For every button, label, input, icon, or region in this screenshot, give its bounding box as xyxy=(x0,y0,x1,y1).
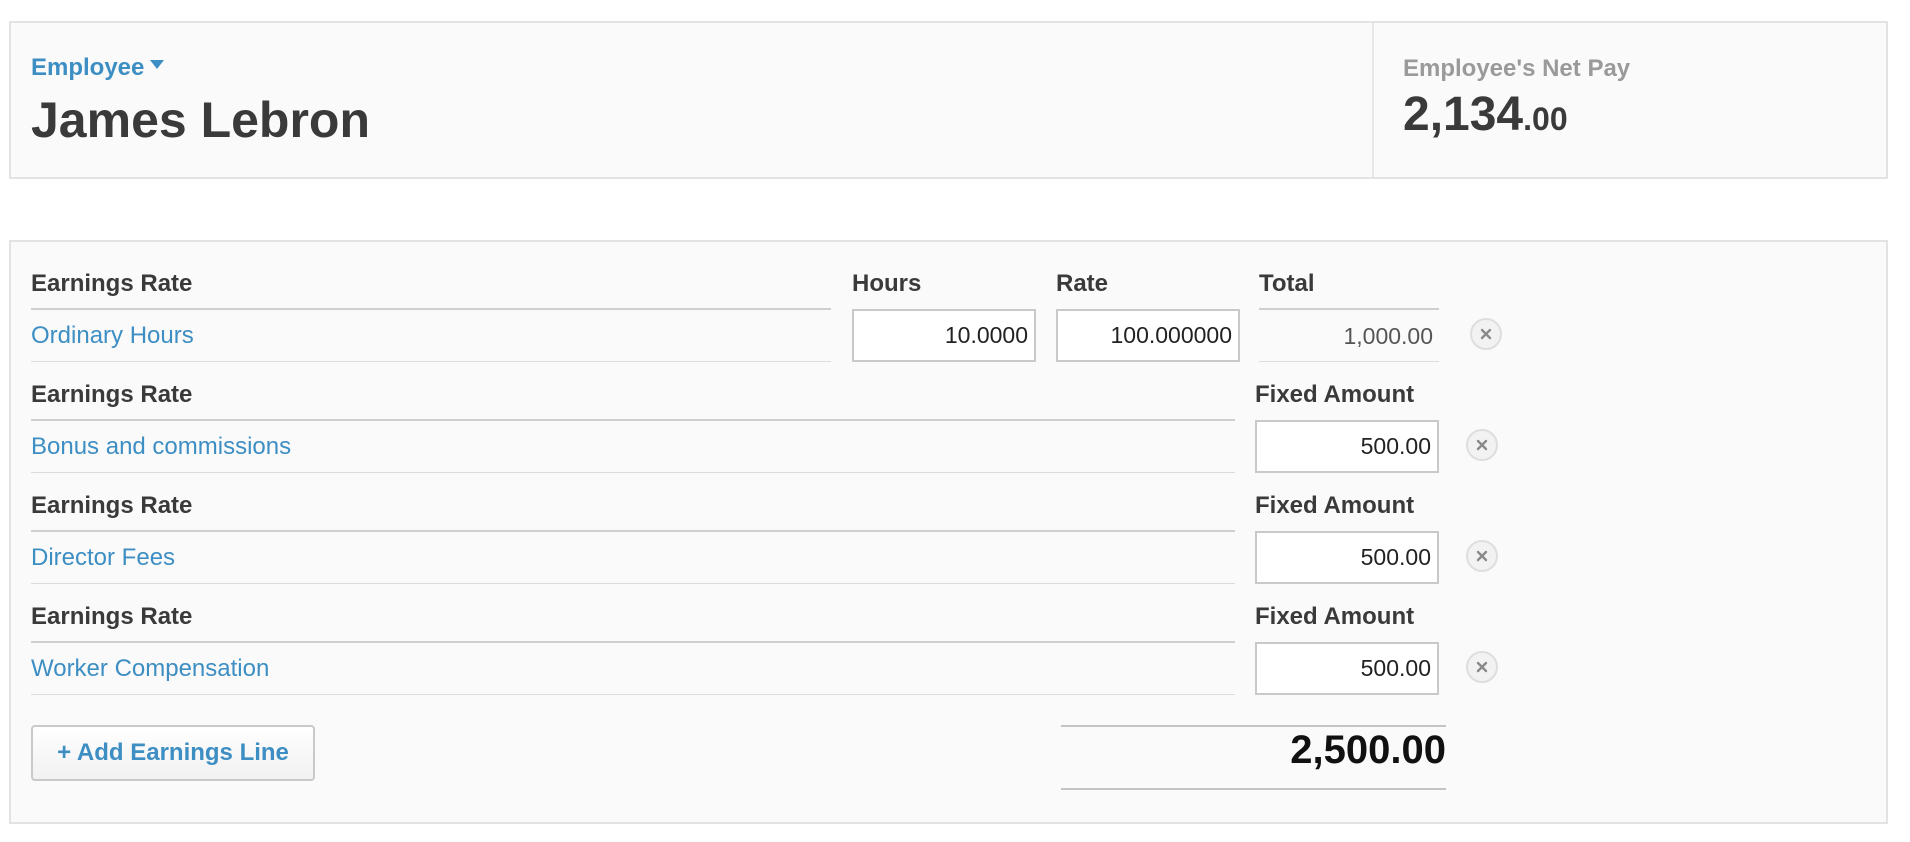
earnings-line-name[interactable]: Ordinary Hours xyxy=(31,322,194,350)
earnings-grand-total: 2,500.00 xyxy=(1290,728,1446,772)
earnings-rate-header: Earnings Rate xyxy=(31,270,193,297)
fixed-amount-header: Fixed Amount xyxy=(1255,603,1415,630)
remove-line-button[interactable] xyxy=(1466,651,1498,683)
employee-name: James Lebron xyxy=(31,92,371,148)
header-underline xyxy=(31,530,1235,532)
close-icon xyxy=(1476,661,1488,673)
earnings-rate-header: Earnings Rate xyxy=(31,492,193,519)
employee-header-panel: Employee James Lebron Employee's Net Pay… xyxy=(9,21,1888,179)
total-top-rule xyxy=(1061,725,1446,727)
earnings-line-name[interactable]: Bonus and commissions xyxy=(31,433,291,461)
row-divider xyxy=(31,694,1235,695)
close-icon xyxy=(1476,439,1488,451)
fixed-amount-input[interactable] xyxy=(1255,420,1439,473)
employee-dropdown[interactable]: Employee xyxy=(31,54,165,82)
add-earnings-line-label[interactable]: + Add Earnings Line xyxy=(57,739,289,767)
fixed-amount-input[interactable] xyxy=(1255,642,1439,695)
total-bottom-rule xyxy=(1061,788,1446,790)
earnings-line-name[interactable]: Director Fees xyxy=(31,544,175,572)
fixed-amount-header: Fixed Amount xyxy=(1255,381,1415,408)
net-pay-value: 2,134.00 xyxy=(1403,87,1568,142)
remove-line-button[interactable] xyxy=(1466,429,1498,461)
total-underline xyxy=(1259,308,1439,310)
close-icon xyxy=(1476,550,1488,562)
row-divider xyxy=(31,583,1235,584)
remove-line-button[interactable] xyxy=(1470,318,1502,350)
add-earnings-line-button[interactable]: + Add Earnings Line xyxy=(31,725,315,781)
net-pay-whole: 2,134 xyxy=(1403,88,1524,141)
net-pay-cents: .00 xyxy=(1523,101,1568,137)
fixed-amount-header: Fixed Amount xyxy=(1255,492,1415,519)
header-underline xyxy=(31,308,831,310)
row-divider xyxy=(31,361,831,362)
row-divider xyxy=(1259,361,1439,362)
line-total: 1,000.00 xyxy=(1343,323,1433,349)
header-underline xyxy=(31,641,1235,643)
earnings-rate-header: Earnings Rate xyxy=(31,381,193,408)
row-divider xyxy=(31,472,1235,473)
remove-line-button[interactable] xyxy=(1466,540,1498,572)
earnings-rate-header: Earnings Rate xyxy=(31,603,193,630)
fixed-amount-input[interactable] xyxy=(1255,531,1439,584)
hours-input[interactable] xyxy=(852,309,1036,362)
hours-header: Hours xyxy=(852,270,922,297)
header-underline xyxy=(31,419,1235,421)
header-divider xyxy=(1372,23,1374,177)
total-header: Total xyxy=(1259,270,1315,297)
earnings-panel: Earnings Rate Hours Rate Total Ordinary … xyxy=(9,240,1888,824)
caret-down-icon[interactable] xyxy=(150,60,165,70)
net-pay-label: Employee's Net Pay xyxy=(1403,55,1631,82)
close-icon xyxy=(1480,328,1492,340)
rate-header: Rate xyxy=(1056,270,1109,297)
employee-dropdown-label[interactable]: Employee xyxy=(31,54,144,81)
rate-input[interactable] xyxy=(1056,309,1240,362)
earnings-line-name[interactable]: Worker Compensation xyxy=(31,655,269,683)
